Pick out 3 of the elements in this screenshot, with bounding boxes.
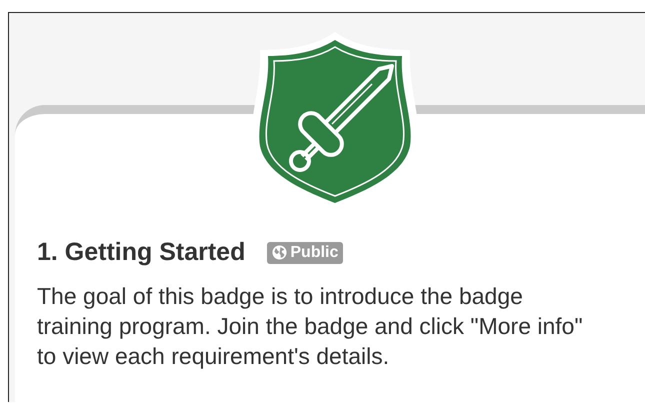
badge-description: The goal of this badge is to introduce the badge training program. Join the badge and click "More info" to view each requirement's details. bbox=[37, 282, 584, 371]
visibility-tag: Public bbox=[267, 242, 344, 264]
badge-title: 1. Getting Started bbox=[37, 238, 246, 267]
